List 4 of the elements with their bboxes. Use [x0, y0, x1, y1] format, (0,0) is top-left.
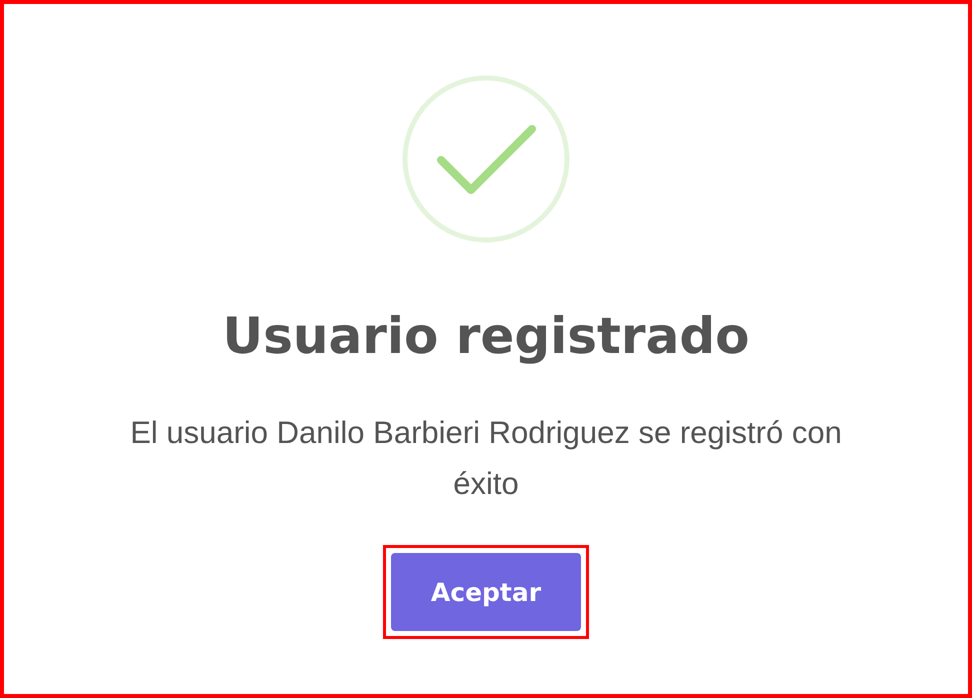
success-check-icon — [401, 74, 571, 244]
dialog-message: El usuario Danilo Barbieri Rodriguez se registró con éxito — [129, 414, 843, 503]
accept-button[interactable]: Aceptar — [391, 553, 581, 631]
dialog-title: Usuario registrado — [222, 306, 750, 367]
